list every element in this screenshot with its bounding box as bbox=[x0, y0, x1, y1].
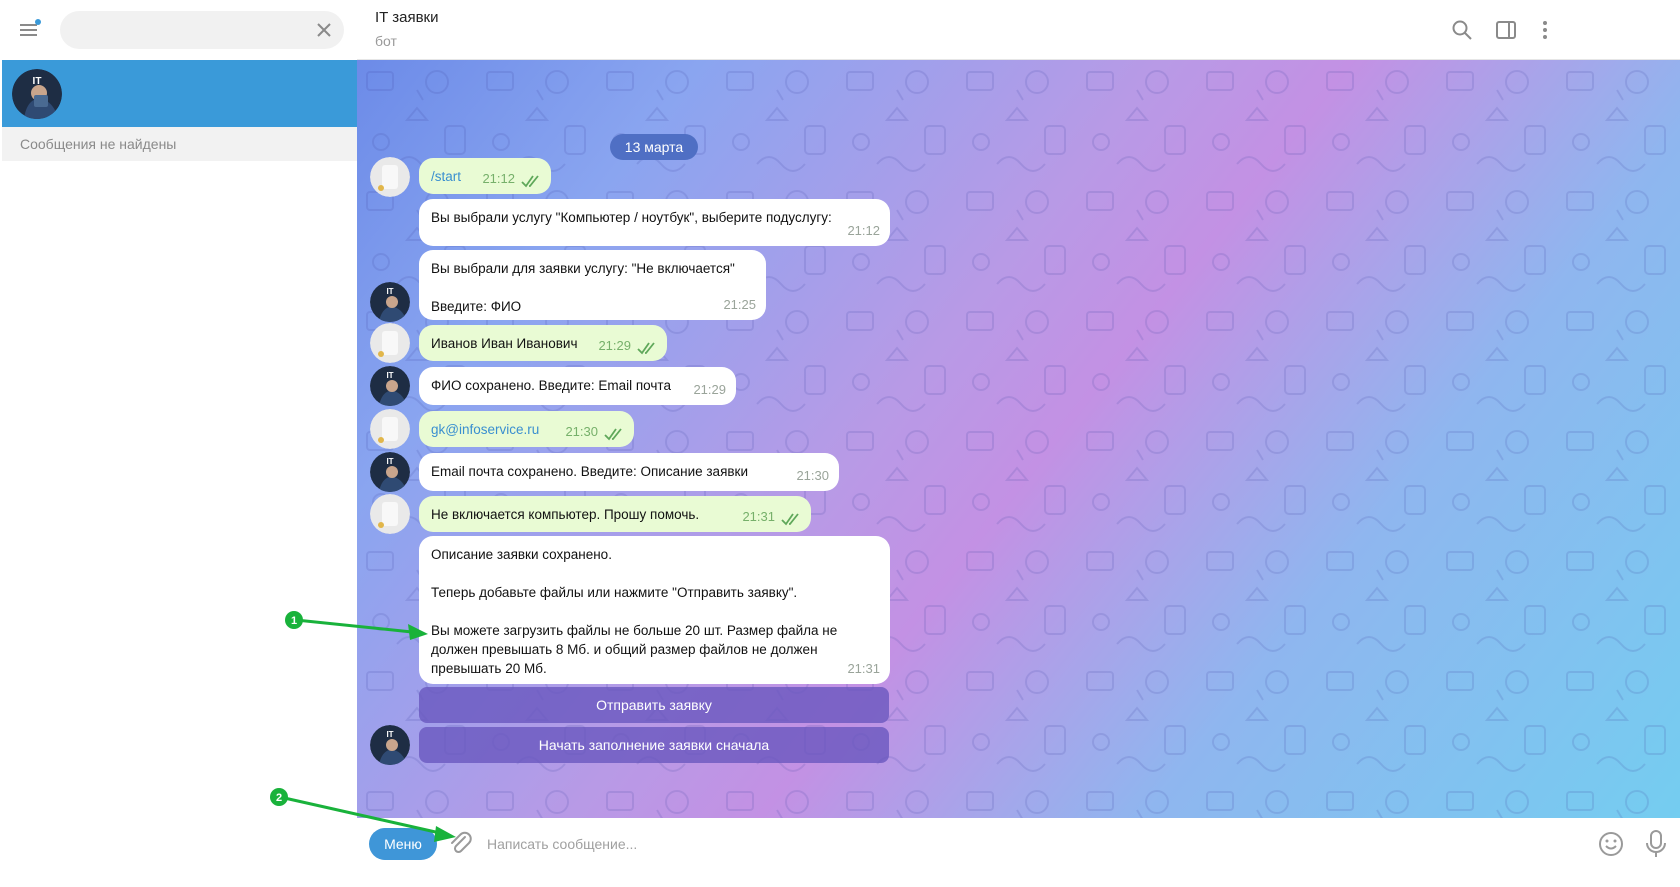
sidebar: IT Сообщения не найдены bbox=[0, 0, 357, 887]
chat-subtitle: бот bbox=[375, 33, 397, 49]
double-check-icon bbox=[604, 428, 622, 441]
message-time: 21:30 bbox=[796, 468, 829, 483]
message-time: 21:12 bbox=[482, 171, 515, 186]
message-text: Вы выбрали для заявки услугу: "Не включа… bbox=[431, 261, 735, 314]
message-time: 21:29 bbox=[693, 382, 726, 397]
restart-request-button[interactable]: Начать заполнение заявки сначала bbox=[419, 727, 889, 763]
message-time: 21:31 bbox=[742, 509, 775, 524]
svg-text:IT: IT bbox=[386, 287, 393, 296]
message-bubble-incoming[interactable]: Вы выбрали для заявки услугу: "Не включа… bbox=[419, 250, 766, 320]
message-time: 21:30 bbox=[565, 424, 598, 439]
email-link[interactable]: gk@infoservice.ru bbox=[431, 422, 539, 437]
menu-icon[interactable] bbox=[18, 18, 42, 42]
message-input[interactable] bbox=[487, 826, 1487, 862]
close-icon[interactable] bbox=[314, 20, 334, 40]
microphone-icon[interactable] bbox=[1642, 829, 1670, 859]
message-bubble-outgoing[interactable]: /start 21:12 bbox=[419, 158, 551, 194]
no-results-text: Сообщения не найдены bbox=[20, 136, 177, 152]
bot-menu-button[interactable]: Меню bbox=[369, 828, 437, 860]
message-bubble-outgoing[interactable]: Не включается компьютер. Прошу помочь. 2… bbox=[419, 496, 811, 532]
message-bubble-outgoing[interactable]: Иванов Иван Иванович 21:29 bbox=[419, 325, 667, 361]
emoji-icon[interactable] bbox=[1597, 830, 1625, 858]
send-request-button[interactable]: Отправить заявку bbox=[419, 687, 889, 723]
message-time: 21:29 bbox=[598, 338, 631, 353]
message-text: /start bbox=[431, 169, 462, 184]
chat-list-item-selected[interactable]: IT bbox=[2, 60, 357, 127]
telegram-window: IT Сообщения не найдены IT заявки бот 13… bbox=[0, 0, 1680, 887]
user-avatar[interactable] bbox=[370, 494, 410, 534]
message-text: Вы выбрали услугу "Компьютер / ноутбук",… bbox=[431, 210, 832, 225]
search-input[interactable] bbox=[74, 11, 304, 49]
svg-text:IT: IT bbox=[386, 730, 393, 739]
bot-avatar: IT bbox=[12, 69, 62, 119]
double-check-icon bbox=[781, 513, 799, 526]
search-icon[interactable] bbox=[1450, 18, 1474, 42]
double-check-icon bbox=[521, 175, 539, 188]
chat-title[interactable]: IT заявки bbox=[375, 9, 438, 26]
search-box bbox=[60, 11, 344, 49]
message-text: Email почта сохранено. Введите: Описание… bbox=[431, 464, 748, 479]
chat-header: IT заявки бот bbox=[357, 0, 1680, 60]
message-text: gk@infoservice.ru bbox=[431, 420, 539, 439]
message-bubble-incoming[interactable]: Описание заявки сохранено. Теперь добавь… bbox=[419, 536, 890, 684]
message-text: Иванов Иван Иванович bbox=[431, 336, 578, 351]
message-time: 21:31 bbox=[847, 661, 880, 676]
bot-avatar[interactable]: IT bbox=[370, 725, 410, 765]
svg-text:IT: IT bbox=[386, 457, 393, 466]
no-results-banner: Сообщения не найдены bbox=[2, 127, 357, 161]
paperclip-icon[interactable] bbox=[447, 830, 475, 858]
message-bubble-incoming[interactable]: Email почта сохранено. Введите: Описание… bbox=[419, 453, 839, 491]
message-bubble-outgoing[interactable]: gk@infoservice.ru 21:30 bbox=[419, 411, 634, 447]
bot-avatar[interactable]: IT bbox=[370, 452, 410, 492]
message-time: 21:25 bbox=[723, 297, 756, 312]
bot-avatar[interactable]: IT bbox=[370, 282, 410, 322]
user-avatar[interactable] bbox=[370, 323, 410, 363]
message-area[interactable]: 13 марта /start 21:12 Вы выбрали услугу … bbox=[357, 60, 1680, 818]
date-badge: 13 марта bbox=[610, 134, 698, 160]
message-bubble-incoming[interactable]: ФИО сохранено. Введите: Email почта 21:2… bbox=[419, 367, 736, 405]
sidebar-top bbox=[0, 0, 357, 60]
user-avatar[interactable] bbox=[370, 157, 410, 197]
double-check-icon bbox=[637, 342, 655, 355]
message-text: ФИО сохранено. Введите: Email почта bbox=[431, 378, 671, 393]
side-panel-icon[interactable] bbox=[1494, 18, 1518, 42]
message-text: Описание заявки сохранено. Теперь добавь… bbox=[431, 547, 838, 676]
composer: Меню bbox=[357, 818, 1680, 887]
more-vertical-icon[interactable] bbox=[1533, 18, 1557, 42]
message-time: 21:12 bbox=[847, 223, 880, 238]
message-text: Не включается компьютер. Прошу помочь. bbox=[431, 507, 700, 522]
user-avatar[interactable] bbox=[370, 409, 410, 449]
message-bubble-incoming[interactable]: Вы выбрали услугу "Компьютер / ноутбук",… bbox=[419, 199, 890, 246]
avatar-initials: IT bbox=[33, 76, 42, 87]
svg-text:IT: IT bbox=[386, 371, 393, 380]
bot-avatar[interactable]: IT bbox=[370, 366, 410, 406]
